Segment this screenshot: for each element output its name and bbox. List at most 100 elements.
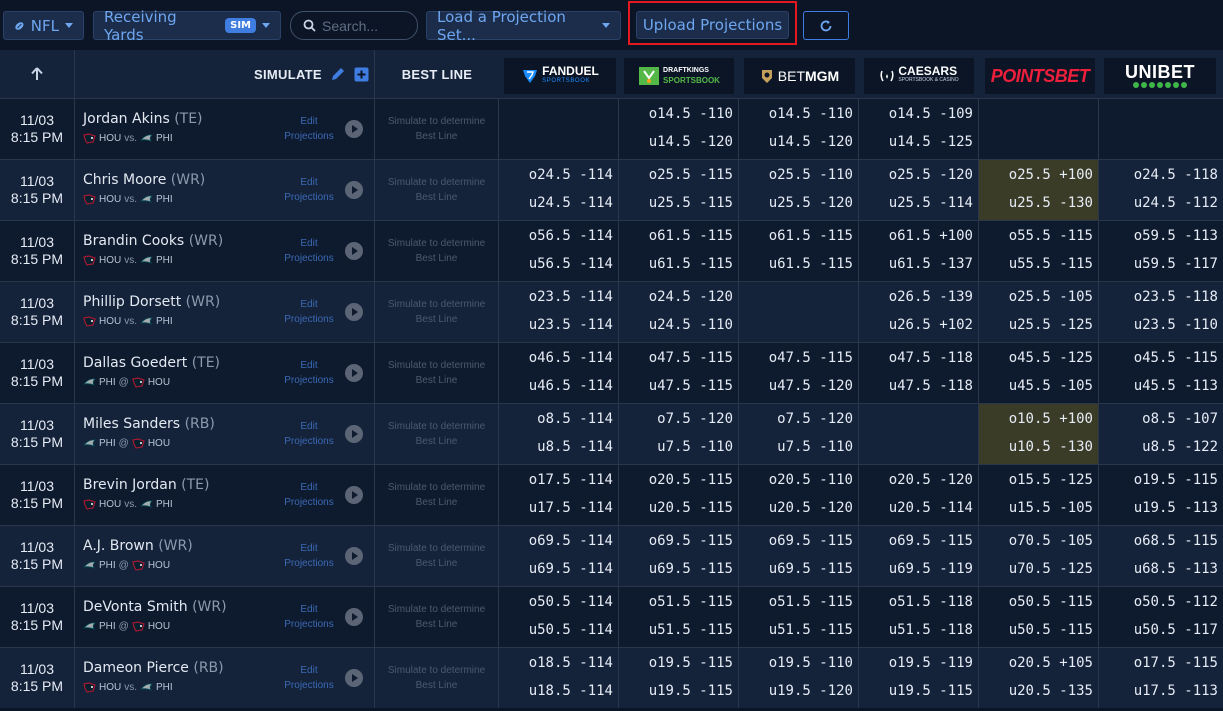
over-line[interactable]: o19.5 -115 (1134, 472, 1218, 488)
edit-projections-link[interactable]: Edit Projections (279, 236, 339, 266)
under-line[interactable]: u51.5 -115 (769, 622, 853, 638)
play-icon[interactable] (345, 608, 363, 626)
betmgm-odds-cell[interactable]: o7.5 -120 u7.5 -110 (739, 404, 859, 464)
over-line[interactable]: o24.5 -114 (529, 167, 613, 183)
caesars-odds-cell[interactable]: o26.5 -139 u26.5 +102 (859, 282, 979, 342)
over-line[interactable]: o70.5 -105 (1009, 533, 1093, 549)
caesars-odds-cell[interactable]: o20.5 -120 u20.5 -114 (859, 465, 979, 525)
unibet-odds-cell[interactable]: o59.5 -113 u59.5 -117 (1099, 221, 1223, 281)
under-line[interactable]: u19.5 -115 (889, 683, 973, 699)
over-line[interactable]: o17.5 -114 (529, 472, 613, 488)
caesars-odds-cell[interactable]: o19.5 -119 u19.5 -115 (859, 648, 979, 708)
under-line[interactable]: u20.5 -114 (889, 500, 973, 516)
under-line[interactable]: u14.5 -125 (889, 134, 973, 150)
under-line[interactable]: u47.5 -115 (649, 378, 733, 394)
over-line[interactable]: o55.5 -115 (1009, 228, 1093, 244)
over-line[interactable]: o25.5 -120 (889, 167, 973, 183)
over-line[interactable]: o19.5 -119 (889, 655, 973, 671)
draftkings-odds-cell[interactable]: o7.5 -120 u7.5 -110 (619, 404, 739, 464)
over-line[interactable]: o20.5 -110 (769, 472, 853, 488)
draftkings-odds-cell[interactable]: o51.5 -115 u51.5 -115 (619, 587, 739, 647)
fanduel-odds-cell[interactable]: o69.5 -114 u69.5 -114 (499, 526, 619, 586)
under-line[interactable]: u51.5 -115 (649, 622, 733, 638)
over-line[interactable]: o69.5 -115 (889, 533, 973, 549)
over-line[interactable]: o61.5 +100 (889, 228, 973, 244)
over-line[interactable]: o50.5 -112 (1134, 594, 1218, 610)
over-line[interactable]: o20.5 +105 (1009, 655, 1093, 671)
edit-projections-link[interactable]: Edit Projections (279, 480, 339, 510)
over-line[interactable]: o20.5 -120 (889, 472, 973, 488)
over-line[interactable]: o45.5 -125 (1009, 350, 1093, 366)
under-line[interactable]: u68.5 -113 (1134, 561, 1218, 577)
over-line[interactable]: o61.5 -115 (649, 228, 733, 244)
over-line[interactable]: o59.5 -113 (1134, 228, 1218, 244)
projection-set-dropdown[interactable]: Load a Projection Set... (426, 8, 621, 44)
caesars-odds-cell[interactable]: o47.5 -118 u47.5 -118 (859, 343, 979, 403)
edit-projections-link[interactable]: Edit Projections (279, 419, 339, 449)
fanduel-odds-cell[interactable]: o23.5 -114 u23.5 -114 (499, 282, 619, 342)
play-icon[interactable] (345, 364, 363, 382)
over-line[interactable]: o47.5 -118 (889, 350, 973, 366)
over-line[interactable]: o25.5 -115 (649, 167, 733, 183)
fanduel-header[interactable]: FANDUEL SPORTSBOOK (504, 58, 616, 94)
edit-projections-link[interactable]: Edit Projections (279, 297, 339, 327)
fanduel-odds-cell[interactable]: o50.5 -114 u50.5 -114 (499, 587, 619, 647)
pointsbet-odds-cell[interactable]: o15.5 -125 u15.5 -105 (979, 465, 1099, 525)
under-line[interactable]: u20.5 -115 (649, 500, 733, 516)
draftkings-odds-cell[interactable]: o24.5 -120 u24.5 -110 (619, 282, 739, 342)
caesars-header[interactable]: CAESARS SPORTSBOOK & CASINO (864, 58, 974, 94)
unibet-odds-cell[interactable] (1099, 99, 1223, 159)
unibet-header[interactable]: UNIBET (1104, 58, 1216, 94)
over-line[interactable]: o14.5 -110 (649, 106, 733, 122)
caesars-odds-cell[interactable]: o14.5 -109 u14.5 -125 (859, 99, 979, 159)
over-line[interactable]: o47.5 -115 (649, 350, 733, 366)
edit-projections-link[interactable]: Edit Projections (279, 175, 339, 205)
under-line[interactable]: u55.5 -115 (1009, 256, 1093, 272)
play-icon[interactable] (345, 181, 363, 199)
pointsbet-odds-cell[interactable]: o45.5 -125 u45.5 -105 (979, 343, 1099, 403)
under-line[interactable]: u15.5 -105 (1009, 500, 1093, 516)
over-line[interactable]: o24.5 -118 (1134, 167, 1218, 183)
unibet-odds-cell[interactable]: o17.5 -115 u17.5 -113 (1099, 648, 1223, 708)
search-box[interactable] (290, 11, 418, 40)
draftkings-odds-cell[interactable]: o20.5 -115 u20.5 -115 (619, 465, 739, 525)
over-line[interactable]: o19.5 -115 (649, 655, 733, 671)
over-line[interactable]: o51.5 -118 (889, 594, 973, 610)
over-line[interactable]: o25.5 -105 (1009, 289, 1093, 305)
under-line[interactable]: u59.5 -117 (1134, 256, 1218, 272)
over-line[interactable]: o68.5 -115 (1134, 533, 1218, 549)
under-line[interactable]: u23.5 -110 (1134, 317, 1218, 333)
fanduel-odds-cell[interactable] (499, 99, 619, 159)
under-line[interactable]: u61.5 -137 (889, 256, 973, 272)
draftkings-odds-cell[interactable]: o61.5 -115 u61.5 -115 (619, 221, 739, 281)
market-dropdown[interactable]: Receiving Yards SIM (93, 8, 281, 44)
pointsbet-odds-cell[interactable]: o55.5 -115 u55.5 -115 (979, 221, 1099, 281)
over-line[interactable]: o61.5 -115 (769, 228, 853, 244)
pointsbet-odds-cell[interactable]: o25.5 -105 u25.5 -125 (979, 282, 1099, 342)
under-line[interactable]: u8.5 -122 (1142, 439, 1218, 455)
unibet-odds-cell[interactable]: o19.5 -115 u19.5 -113 (1099, 465, 1223, 525)
caesars-odds-cell[interactable]: o25.5 -120 u25.5 -114 (859, 160, 979, 220)
under-line[interactable]: u20.5 -135 (1009, 683, 1093, 699)
edit-projections-link[interactable]: Edit Projections (279, 358, 339, 388)
draftkings-odds-cell[interactable]: o47.5 -115 u47.5 -115 (619, 343, 739, 403)
under-line[interactable]: u7.5 -110 (657, 439, 733, 455)
under-line[interactable]: u23.5 -114 (529, 317, 613, 333)
over-line[interactable]: o20.5 -115 (649, 472, 733, 488)
under-line[interactable]: u7.5 -110 (777, 439, 853, 455)
under-line[interactable]: u69.5 -119 (889, 561, 973, 577)
play-icon[interactable] (345, 120, 363, 138)
pointsbet-header[interactable]: POINTSBET (985, 58, 1095, 94)
over-line[interactable]: o17.5 -115 (1134, 655, 1218, 671)
under-line[interactable]: u61.5 -115 (649, 256, 733, 272)
over-line[interactable]: o24.5 -120 (649, 289, 733, 305)
over-line[interactable]: o14.5 -109 (889, 106, 973, 122)
under-line[interactable]: u20.5 -120 (769, 500, 853, 516)
play-icon[interactable] (345, 425, 363, 443)
betmgm-odds-cell[interactable] (739, 282, 859, 342)
betmgm-odds-cell[interactable]: o19.5 -110 u19.5 -120 (739, 648, 859, 708)
betmgm-odds-cell[interactable]: o25.5 -110 u25.5 -120 (739, 160, 859, 220)
under-line[interactable]: u69.5 -115 (649, 561, 733, 577)
league-dropdown[interactable]: NFL (3, 11, 84, 40)
fanduel-odds-cell[interactable]: o18.5 -114 u18.5 -114 (499, 648, 619, 708)
